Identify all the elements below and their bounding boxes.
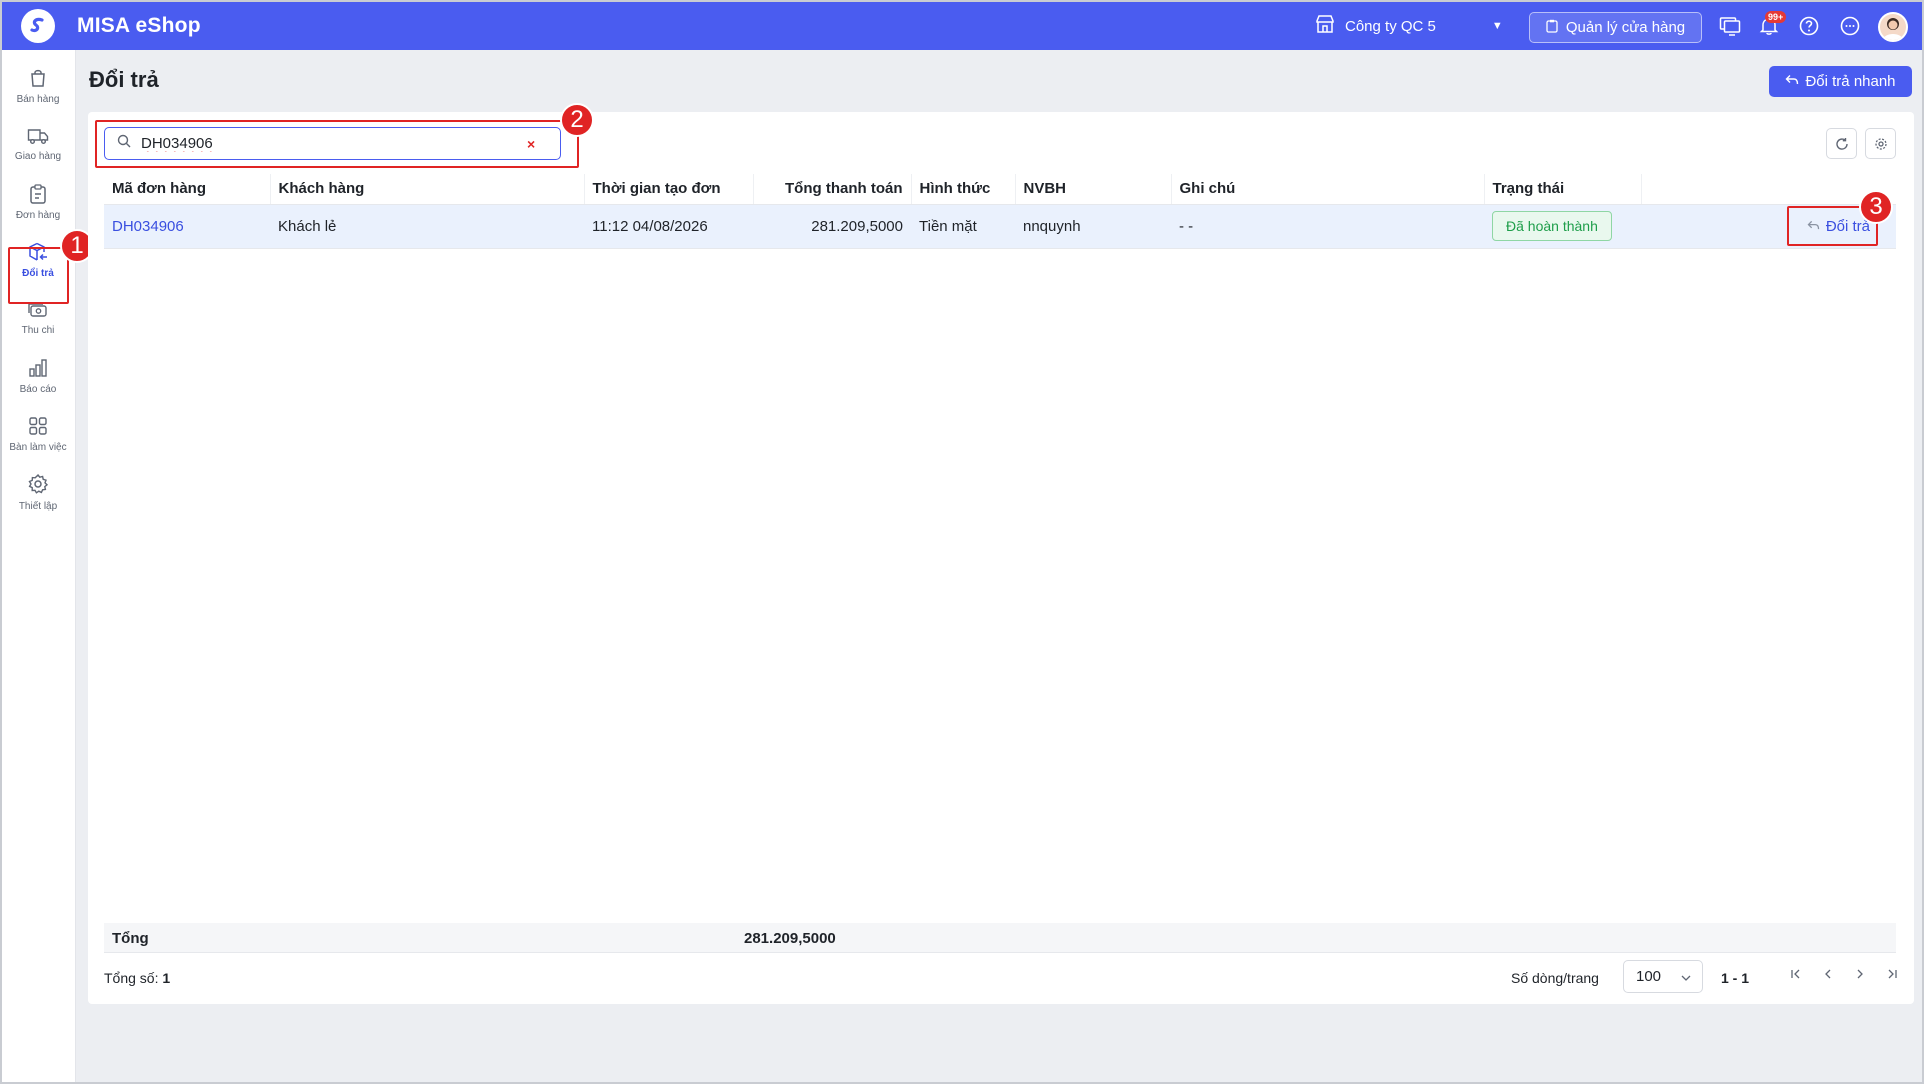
sidebar-item-delivery[interactable]: Giao hàng: [8, 116, 68, 172]
note-cell: - -: [1171, 204, 1484, 249]
return-arrow-icon: [1785, 73, 1799, 90]
rows-per-page-select[interactable]: 100: [1623, 960, 1703, 993]
sidebar-item-label: Bán hàng: [16, 93, 60, 105]
bar-chart-icon: [29, 358, 47, 377]
step-marker-3: 3: [1859, 190, 1893, 224]
gear-icon: [28, 473, 49, 494]
total-cell: 281.209,5000: [753, 204, 911, 249]
sidebar-item-workspace[interactable]: Bàn làm việc: [8, 406, 68, 462]
sidebar-item-label: Đơn hàng: [15, 209, 61, 221]
sidebar-item-label: Giao hàng: [14, 150, 62, 162]
previous-page-icon[interactable]: [1822, 967, 1834, 983]
returns-card: × Mã đơn hàng Khách hàng Thời gian tạo đ…: [88, 112, 1914, 1004]
totals-row: Tổng 281.209,5000: [104, 923, 1896, 953]
record-count: Tổng số: 1: [104, 970, 170, 986]
quick-return-label: Đổi trả nhanh: [1805, 73, 1896, 90]
table-settings-button[interactable]: [1865, 128, 1896, 159]
rows-per-page-value: 100: [1636, 968, 1662, 985]
column-header-staff[interactable]: NVBH: [1015, 174, 1172, 205]
staff-cell: nnquynh: [1015, 204, 1171, 249]
column-header-note[interactable]: Ghi chú: [1171, 174, 1485, 205]
table-header-row: Mã đơn hàng Khách hàng Thời gian tạo đơn…: [104, 174, 1896, 205]
refresh-icon: [1835, 137, 1848, 150]
quick-return-button[interactable]: Đổi trả nhanh: [1769, 66, 1912, 97]
column-header-status[interactable]: Trạng thái: [1484, 174, 1642, 205]
monitor-icon[interactable]: [1718, 14, 1742, 38]
shopping-bag-icon: [31, 69, 45, 87]
sidebar-item-orders[interactable]: Đơn hàng: [8, 174, 68, 230]
caret-down-icon: ▼: [1491, 20, 1503, 32]
more-icon[interactable]: [1838, 14, 1862, 38]
created-time-cell: 11:12 04/08/2026: [584, 204, 753, 249]
app-name: MISA eShop: [77, 14, 201, 37]
sidebar-item-sales[interactable]: Bán hàng: [8, 58, 68, 114]
chevron-down-icon: [1681, 968, 1691, 985]
help-icon[interactable]: [1797, 14, 1821, 38]
company-selector[interactable]: Công ty QC 5 ▼: [1315, 2, 1503, 50]
column-header-created-time[interactable]: Thời gian tạo đơn: [584, 174, 754, 205]
table-footer: Tổng số: 1 Số dòng/trang 100 1 - 1: [104, 958, 1898, 998]
highlight-returns-menu: [8, 247, 69, 304]
customer-cell: Khách lẻ: [270, 204, 584, 249]
column-header-total[interactable]: Tổng thanh toán: [753, 174, 912, 205]
page-range: 1 - 1: [1721, 970, 1750, 986]
column-header-customer[interactable]: Khách hàng: [270, 174, 585, 205]
table-row[interactable]: DH034906 Khách lẻ 11:12 04/08/2026 281.2…: [104, 204, 1896, 249]
sidebar-item-label: Thu chi: [21, 324, 55, 336]
column-header-payment[interactable]: Hình thức: [911, 174, 1016, 205]
last-page-icon[interactable]: [1886, 967, 1898, 983]
sidebar: Bán hàng Giao hàng Đơn hàng Đổi trả Thu …: [2, 50, 76, 1082]
payment-cell: Tiền mặt: [911, 204, 1015, 249]
gear-icon: [1874, 137, 1887, 150]
record-count-label: Tổng số:: [104, 970, 159, 986]
rows-per-page-label: Số dòng/trang: [1511, 970, 1599, 986]
company-name: Công ty QC 5: [1345, 17, 1436, 35]
clipboard-list-icon: [30, 183, 46, 204]
refresh-button[interactable]: [1826, 128, 1857, 159]
record-count-value: 1: [162, 970, 171, 986]
returns-table: Mã đơn hàng Khách hàng Thời gian tạo đơn…: [104, 174, 1896, 249]
sidebar-item-reports[interactable]: Báo cáo: [8, 348, 68, 404]
truck-icon: [27, 128, 49, 144]
status-badge: Đã hoàn thành: [1492, 211, 1612, 241]
sidebar-item-settings[interactable]: Thiết lập: [8, 464, 68, 520]
totals-value: 281.209,5000: [744, 930, 836, 947]
sidebar-item-label: Báo cáo: [19, 383, 57, 395]
store-management-label: Quản lý cửa hàng: [1565, 19, 1686, 36]
totals-label: Tổng: [112, 930, 149, 947]
top-bar: MISA eShop Công ty QC 5 ▼ Quản lý cửa hà…: [2, 2, 1922, 50]
grid-icon: [29, 416, 47, 435]
user-avatar[interactable]: [1878, 12, 1908, 42]
sidebar-item-label: Thiết lập: [18, 500, 58, 512]
store-icon: [1315, 15, 1335, 37]
first-page-icon[interactable]: [1790, 967, 1802, 983]
column-header-action: [1641, 174, 1896, 205]
order-code-link[interactable]: DH034906: [112, 218, 184, 235]
step-marker-2: 2: [560, 103, 594, 137]
column-header-order-code[interactable]: Mã đơn hàng: [104, 174, 271, 205]
app-logo-icon[interactable]: [21, 9, 55, 43]
notification-badge: 99+: [1765, 11, 1787, 23]
next-page-icon[interactable]: [1854, 967, 1866, 983]
sidebar-item-label: Bàn làm việc: [9, 441, 67, 453]
page-title: Đổi trả: [89, 67, 159, 92]
store-management-button[interactable]: Quản lý cửa hàng: [1529, 12, 1702, 43]
clipboard-icon: [1546, 19, 1558, 37]
highlight-search: [95, 120, 579, 168]
